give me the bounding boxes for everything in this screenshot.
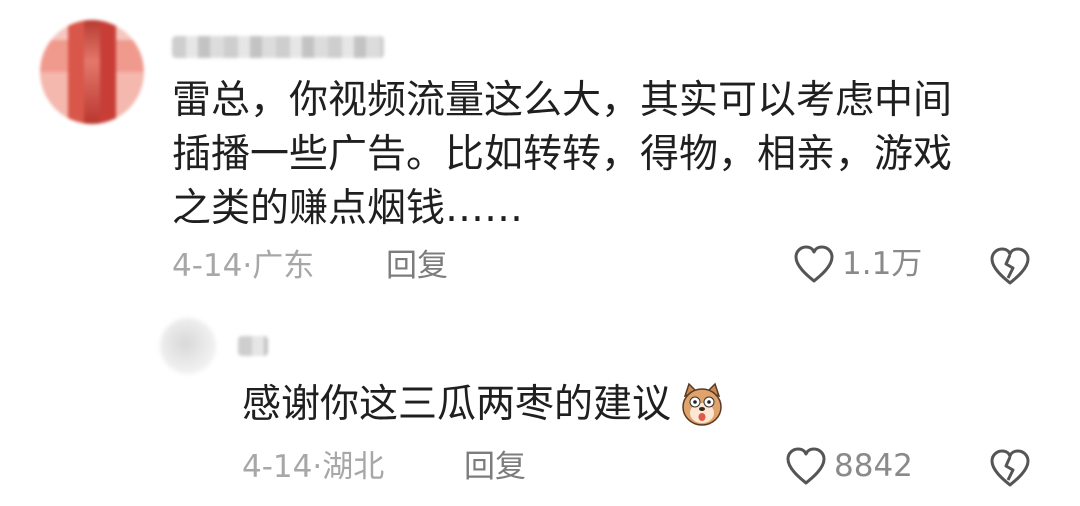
reply-button-2[interactable]: 回复 — [464, 447, 526, 487]
dislike-button[interactable] — [988, 246, 1032, 286]
comment-text-line-3: 之类的赚点烟钱…… — [172, 186, 524, 231]
reply-username-blurred[interactable] — [238, 336, 268, 356]
like-count-2: 8842 — [834, 448, 913, 484]
avatar[interactable] — [40, 20, 144, 124]
like-count: 1.1万 — [842, 246, 923, 282]
comment-text-line-2: 插播一些广告。比如转转，得物，相亲，游戏 — [172, 132, 953, 177]
broken-heart-icon — [988, 448, 1032, 488]
like-button-2[interactable]: 8842 — [784, 446, 913, 486]
reply-avatar[interactable] — [160, 318, 216, 374]
dog-face-emoji-icon — [677, 380, 727, 430]
username-blurred[interactable] — [172, 36, 384, 58]
comment-text-line-1: 雷总，你视频流量这么大，其实可以考虑中间 — [172, 78, 953, 123]
heart-outline-icon — [792, 244, 836, 284]
reply-text-row: 感谢你这三瓜两枣的建议 — [242, 378, 727, 432]
dislike-button-2[interactable] — [988, 448, 1032, 488]
reply-button[interactable]: 回复 — [386, 246, 448, 286]
comment-meta: 4-14·广东 — [172, 248, 315, 284]
reply-text: 感谢你这三瓜两枣的建议 — [242, 382, 672, 427]
reply-meta: 4-14·湖北 — [242, 449, 385, 485]
like-button[interactable]: 1.1万 — [792, 244, 922, 284]
heart-outline-icon — [784, 446, 828, 486]
broken-heart-icon — [988, 246, 1032, 286]
